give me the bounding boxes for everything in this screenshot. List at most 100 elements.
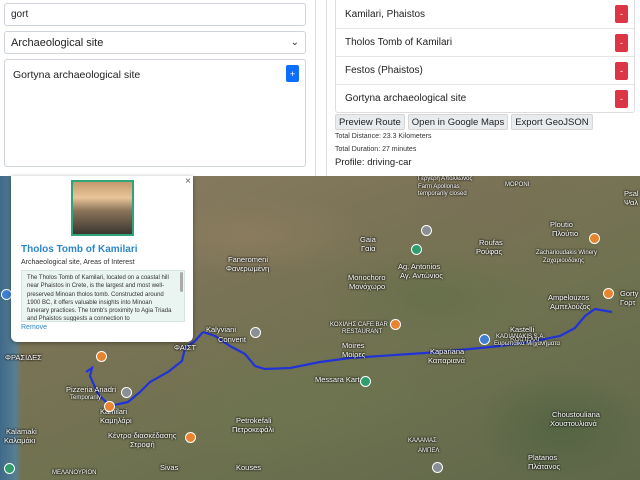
map-label: Φανερωμένη [226,264,270,273]
add-to-route-button[interactable]: + [286,65,299,82]
landmark-pin-icon[interactable] [250,327,261,338]
attraction-pin-icon[interactable] [4,463,15,474]
landmark-pin-icon[interactable] [432,462,443,473]
map-label: Στροφή [130,440,155,449]
map-label: Ευρωπαϊκά Μηχανήματα [494,341,561,347]
map-label: Kouses [236,463,262,472]
map-label: Monochoro [348,273,386,282]
map-label: Convent [218,335,246,344]
map-label: Kapariana [430,347,465,356]
route-actions: Preview Route Open in Google Maps Export… [335,114,593,130]
category-select-value: Archaeological site [11,36,104,49]
restaurant-pin-icon[interactable] [603,288,614,299]
map-label: Αμπελούζος [550,302,591,311]
map-label: Moires [342,341,365,350]
landmark-pin-icon[interactable] [121,387,132,398]
map-label: Γαία [361,244,376,253]
remove-stop-button[interactable]: - [615,5,628,23]
route-panel: Kamilari, Phaistos - Tholos Tomb of Kami… [326,0,640,176]
map-label: Καπαριανά [428,356,466,365]
map-label: KADIANAKIS S.A. [496,334,546,340]
map-label: Farm Apollonas [418,184,460,190]
route-item: Kamilari, Phaistos - [336,0,634,28]
restaurant-pin-icon[interactable] [104,401,115,412]
restaurant-pin-icon[interactable] [589,233,600,244]
map-label: Faneromeni [228,255,269,264]
map-label: Πλάτανος [528,462,561,471]
route-item: Tholos Tomb of Kamilari - [336,28,634,56]
route-item-label: Festos (Phaistos) [345,65,423,76]
map-label: Psal [624,189,639,198]
map-label: Sivas [160,463,179,472]
map-label: Roufas [479,238,503,247]
map-label: Zacharioudakis Winery [536,250,598,256]
map-label: Γέργερη Απόλλωνος [418,176,473,182]
map-label: Kastelli [510,325,535,334]
restaurant-pin-icon[interactable] [96,351,107,362]
remove-stop-button[interactable]: - [615,34,628,52]
map-label: ΜΟΡΟΝΙ [505,182,530,188]
map-label: Platanos [528,453,558,462]
map-label: ΦΑΙΣΤ [174,343,197,352]
map-label: Petrokefali [236,416,272,425]
route-planner-app: Archaeological site ⌄ Gortyna archaeolog… [0,0,640,480]
total-duration: Total Duration: 27 minutes [335,146,417,153]
map-label: ΑΜΠΕΛ [418,448,440,454]
search-results: Gortyna archaeological site + [4,59,306,167]
category-select[interactable]: Archaeological site ⌄ [4,31,306,54]
close-icon[interactable]: × [185,176,191,187]
chevron-down-icon: ⌄ [290,37,299,48]
route-polyline [202,307,613,371]
map-label: Pizzeria Anadri [66,385,117,394]
shop-pin-icon[interactable] [479,334,490,345]
map-label: Ψαλ [624,198,639,207]
map-label: temporarily closed [418,191,467,197]
search-panel: Archaeological site ⌄ Gortyna archaeolog… [0,0,316,176]
scrollbar[interactable] [180,272,183,292]
remove-stop-button[interactable]: - [615,62,628,80]
route-item: Festos (Phaistos) - [336,56,634,84]
preview-route-button[interactable]: Preview Route [335,114,405,130]
remove-link[interactable]: Remove [21,324,47,331]
map-label: Kalyviani [206,325,237,334]
map-label: ΦΡΑΣΙΔΕΣ [5,353,42,362]
restaurant-pin-icon[interactable] [390,319,401,330]
map-label: Kalamaki [6,427,37,436]
landmark-pin-icon[interactable] [421,225,432,236]
map-label: Καμηλάρι [100,416,132,425]
restaurant-pin-icon[interactable] [185,432,196,443]
map-label: Πλούτιο [552,229,579,238]
map-label: Αγ. Αντώνιος [400,271,443,280]
result-item-label: Gortyna archaeological site [13,69,141,81]
total-distance: Total Distance: 23.3 Kilometers [335,133,432,140]
search-input[interactable] [4,3,306,26]
open-google-maps-button[interactable]: Open in Google Maps [407,114,509,130]
remove-stop-button[interactable]: - [615,90,628,108]
route-item-label: Kamilari, Phaistos [345,8,426,20]
route-item-label: Gortyna archaeological site [345,93,467,104]
map-label: Choustouliana [552,410,600,419]
map-label: Μονόχωρο [349,282,386,291]
popup-description[interactable]: The Tholos Tomb of Kamilari, located on … [21,270,185,322]
map-label: Κέντρο διασκέδασης [108,431,177,440]
route-item-label: Tholos Tomb of Kamilari [345,37,453,48]
export-geojson-button[interactable]: Export GeoJSON [511,114,593,130]
map-label: Καλαμάκι [4,436,36,445]
map-label: Messara Kart [315,375,360,384]
map-label: Gaia [360,235,376,244]
map-label: Ζαχαριουδάκης [543,258,584,264]
route-profile: Profile: driving-car [335,157,412,168]
place-popup: × Tholos Tomb of Kamilari Archaeological… [11,176,193,342]
popup-title: Tholos Tomb of Kamilari [21,244,138,255]
map-label: Temporarily [70,395,102,401]
map-label: Ag. Antonios [398,262,441,271]
map-label: Γορτ [620,298,636,307]
attraction-pin-icon[interactable] [411,244,422,255]
map-label: Χουστουλιανά [550,419,597,428]
popup-category: Archaeological site, Areas of Interest [21,259,135,266]
map-label: Ρούφας [476,247,503,256]
map-label: Μοίρες [342,350,366,359]
attraction-pin-icon[interactable] [360,376,371,387]
place-thumbnail [71,180,134,236]
map-label: RESTAURANT [342,329,383,335]
